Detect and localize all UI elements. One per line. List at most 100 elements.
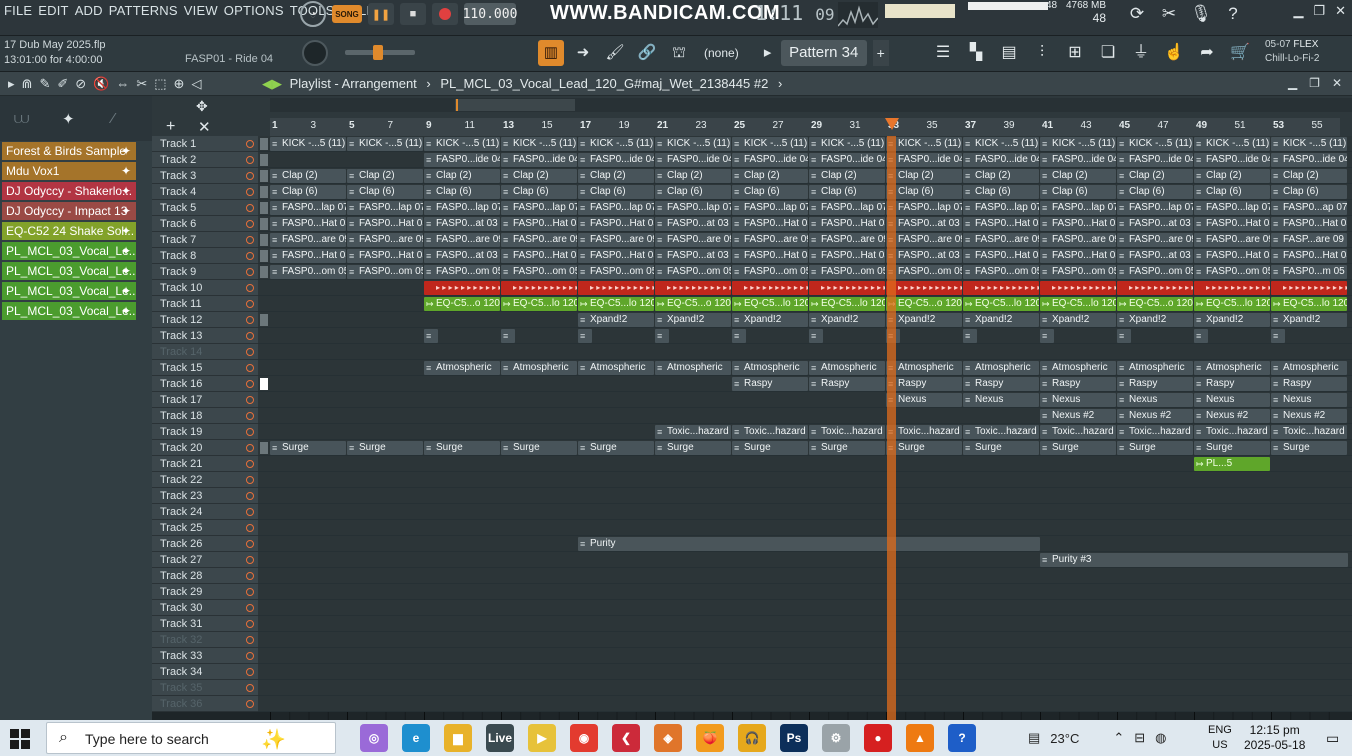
playlist-clip[interactable]: Clap (6) <box>732 185 808 199</box>
playlist-clip[interactable]: Atmospheric <box>1117 361 1193 375</box>
track-name[interactable]: Track 19 <box>152 424 242 440</box>
picker-clip[interactable]: Forest & Birds Sample ✦ <box>2 142 136 160</box>
playlist-clip[interactable]: Clap (6) <box>347 185 423 199</box>
cut-icon[interactable]: ✂ <box>1157 2 1181 26</box>
playlist-clip[interactable]: Toxic...hazard <box>1040 425 1116 439</box>
playlist-clip[interactable]: Clap (2) <box>886 169 962 183</box>
track-mute-icon[interactable] <box>242 296 258 312</box>
track-name[interactable]: Track 7 <box>152 232 242 248</box>
playlist-clip[interactable]: Xpand!2 <box>963 313 1039 327</box>
playlist-clip[interactable]: Clap (6) <box>1117 185 1193 199</box>
playlist-clip[interactable]: FASP0...lap 07 <box>270 201 346 215</box>
track-mute-icon[interactable] <box>242 392 258 408</box>
track-name[interactable]: Track 28 <box>152 568 242 584</box>
browser-tree-icon[interactable]: ⊞ <box>1062 40 1088 66</box>
playlist-clip[interactable]: FASP0...Hat 03 <box>1271 249 1347 263</box>
track-name[interactable]: Track 2 <box>152 152 242 168</box>
playlist-clip[interactable]: ▸ ▸ ▸ ▸ ▸ ▸ ▸ ▸ ▸ ▸ ▸ <box>578 281 654 295</box>
playlist-clip[interactable]: Toxic...hazard <box>886 425 962 439</box>
track-mute-icon[interactable] <box>242 568 258 584</box>
playlist-clip[interactable]: FASP0...at 03 <box>655 249 731 263</box>
playlist-clip[interactable]: FASP0...lap 07 <box>809 201 885 215</box>
playlist-clip[interactable]: FASP0...are 09 <box>424 233 500 247</box>
paint-icon[interactable]: ✐ <box>57 76 68 92</box>
playlist-clip[interactable]: FASP0...at 03 <box>424 217 500 231</box>
playlist-clip[interactable] <box>809 329 823 343</box>
settings-icon[interactable]: ⚙ <box>822 724 850 752</box>
playlist-clip[interactable]: KICK -...5 (11) <box>1271 137 1347 151</box>
playlist-clip[interactable]: Surge <box>963 441 1039 455</box>
playlist-clip[interactable]: FASP0...om 05 <box>424 265 500 279</box>
playlist-clip[interactable]: FASP0...Hat 03 <box>1040 217 1116 231</box>
shop-icon[interactable]: 🛒 <box>1227 40 1253 66</box>
playlist-clip[interactable]: ▸ ▸ ▸ ▸ ▸ ▸ ▸ ▸ ▸ ▸ ▸ <box>655 281 731 295</box>
close-icon[interactable]: ✕ <box>1332 76 1342 90</box>
playlist-clip[interactable]: FASP0...Hat 03 <box>501 249 577 263</box>
playlist-clip[interactable]: FASP0...are 09 <box>1194 233 1270 247</box>
playlist-clip[interactable]: FASP0...ide 04 <box>1117 153 1193 167</box>
track-name[interactable]: Track 6 <box>152 216 242 232</box>
headphones-icon[interactable]: 🎧 <box>738 724 766 752</box>
playlist-clip[interactable]: EQ-C5...o 120 <box>424 297 500 311</box>
slice-icon[interactable]: ✂ <box>136 76 147 92</box>
playlist-clip[interactable]: Surge <box>1271 441 1347 455</box>
track-name[interactable]: Track 36 <box>152 696 242 712</box>
playlist-clip[interactable]: FASP0...are 09 <box>732 233 808 247</box>
picker-clip[interactable]: EQ-C52 24 Shake Sol... ✦ <box>2 222 136 240</box>
playlist-clip[interactable]: Clap (2) <box>809 169 885 183</box>
minimize-icon[interactable]: ▁ <box>1288 76 1297 90</box>
playlist-clip[interactable]: Clap (6) <box>578 185 654 199</box>
track-mute-icon[interactable] <box>242 520 258 536</box>
pattern-picker-icon[interactable]: ⩊ <box>14 110 29 127</box>
playlist-clip[interactable]: Atmospheric <box>886 361 962 375</box>
playlist-clip[interactable]: Toxic...hazard <box>655 425 731 439</box>
track-name[interactable]: Track 35 <box>152 680 242 696</box>
record-button[interactable] <box>432 3 458 25</box>
blender-icon[interactable]: ◈ <box>654 724 682 752</box>
playlist-clip[interactable]: FASP0...ide 04 <box>1040 153 1116 167</box>
playlist-clip[interactable]: EQ-C5...lo 120 <box>1194 297 1270 311</box>
track-name[interactable]: Track 10 <box>152 280 242 296</box>
playlist-clip[interactable]: Clap (6) <box>270 185 346 199</box>
track-name[interactable]: Track 14 <box>152 344 242 360</box>
track-name[interactable]: Track 15 <box>152 360 242 376</box>
playlist-clip[interactable]: FASP0...are 09 <box>347 233 423 247</box>
help-app-icon[interactable]: ? <box>948 724 976 752</box>
playlist-clip[interactable]: PL...5 <box>1194 457 1270 471</box>
delete-icon[interactable]: ⊘ <box>75 76 86 92</box>
track-name[interactable]: Track 30 <box>152 600 242 616</box>
playlist-clip[interactable]: Nexus #2 <box>1194 409 1270 423</box>
select-icon[interactable]: ⬚ <box>154 76 166 92</box>
playlist-clip[interactable] <box>1194 329 1208 343</box>
track-lane[interactable] <box>258 584 1352 600</box>
playhead-marker-icon[interactable] <box>885 118 899 132</box>
playlist-clip[interactable]: Raspy <box>1040 377 1116 391</box>
playlist-clip[interactable]: FASP0...om 05 <box>963 265 1039 279</box>
playlist-clip[interactable]: FASP0...are 09 <box>501 233 577 247</box>
maximize-icon[interactable]: ❐ <box>1309 76 1320 90</box>
playlist-clip[interactable]: Clap (6) <box>886 185 962 199</box>
playlist-clip[interactable]: Atmospheric <box>1194 361 1270 375</box>
track-name[interactable]: Track 27 <box>152 552 242 568</box>
playlist-clip[interactable]: Toxic...hazard <box>809 425 885 439</box>
playlist-clip[interactable]: Clap (6) <box>809 185 885 199</box>
playlist-clip[interactable]: FASP0...are 09 <box>578 233 654 247</box>
playlist-clip[interactable]: Nexus <box>886 393 962 407</box>
playlist-clip[interactable]: FASP0...lap 07 <box>1040 201 1116 215</box>
playlist-clip[interactable]: ▸ ▸ ▸ ▸ ▸ ▸ ▸ ▸ ▸ ▸ ▸ <box>424 281 500 295</box>
playlist-clip[interactable]: FASP0...ide 04 <box>1194 153 1270 167</box>
track-mute-icon[interactable] <box>242 360 258 376</box>
playlist-clip[interactable]: KICK -...5 (11) <box>270 137 346 151</box>
playlist-clip[interactable] <box>655 329 669 343</box>
menu-file[interactable]: FILE <box>4 0 32 22</box>
track-lane[interactable] <box>258 600 1352 616</box>
track-handle[interactable] <box>260 266 268 278</box>
track-lane[interactable] <box>258 328 1352 344</box>
brush-icon[interactable]: 🖌 <box>602 40 628 66</box>
playlist-clip[interactable]: FASP0...Hat 03 <box>732 217 808 231</box>
track-lane[interactable] <box>258 472 1352 488</box>
playlist-clip[interactable]: Xpand!2 <box>809 313 885 327</box>
taskbar-search[interactable]: ⌕ Type here to search ✨ <box>46 722 336 754</box>
track-name[interactable]: Track 12 <box>152 312 242 328</box>
playlist-clip[interactable]: Nexus #2 <box>1117 409 1193 423</box>
